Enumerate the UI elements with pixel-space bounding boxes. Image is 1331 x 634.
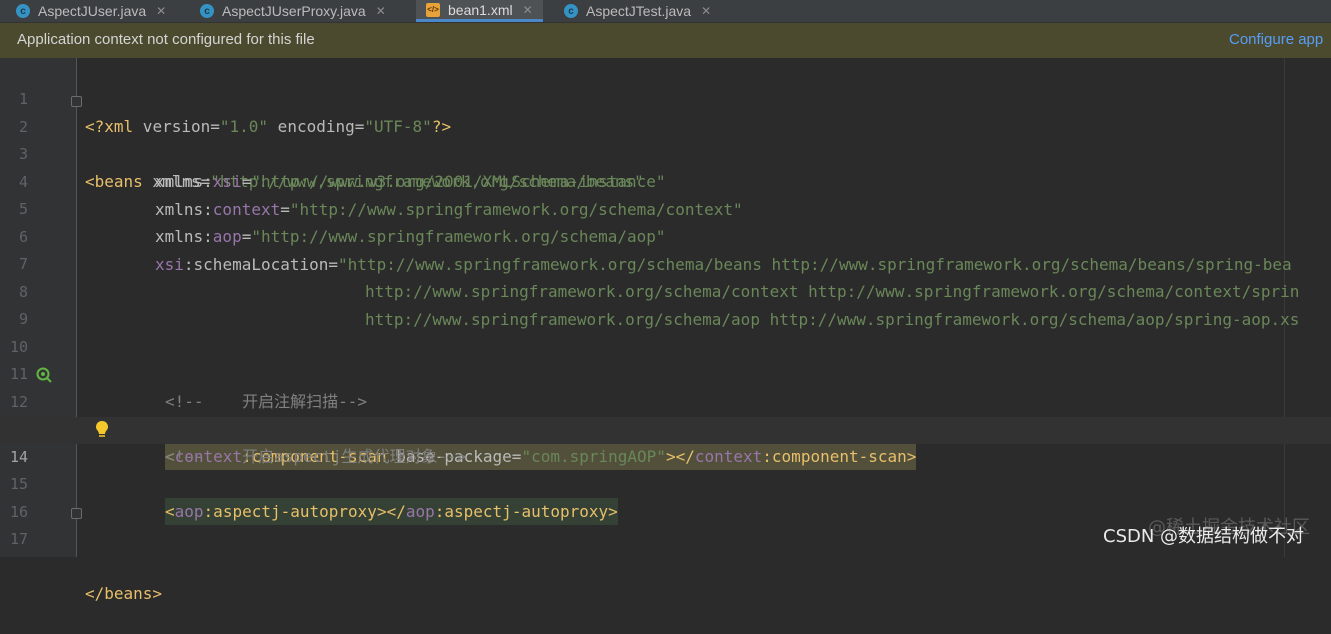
code-line[interactable]: 5 xmlns:aop="http://www.springframework.… (0, 169, 1331, 246)
tab-bean1-xml[interactable]: </> bean1.xml ✕ (416, 0, 543, 22)
code-editor[interactable]: 1 <?xml version="1.0" encoding="UTF-8"?>… (0, 58, 1331, 603)
banner-message: Application context not configured for t… (17, 31, 315, 48)
tab-aspectjuserproxy[interactable]: c AspectJUserProxy.java ✕ (200, 0, 386, 22)
code-line[interactable]: 16 (0, 472, 1331, 521)
tab-aspectjuser[interactable]: c AspectJUser.java ✕ (16, 0, 166, 22)
close-icon[interactable]: ✕ (701, 4, 711, 18)
code-line[interactable]: 9 (0, 279, 1331, 328)
code-line-current[interactable]: 14 <aop:aspectj-autoproxy></aop:aspectj-… (0, 417, 1331, 525)
java-class-icon: c (16, 4, 30, 18)
tab-aspectjtest[interactable]: c AspectJTest.java ✕ (564, 0, 711, 22)
java-class-icon: c (564, 4, 578, 18)
close-icon[interactable]: ✕ (156, 4, 166, 18)
tab-label: AspectJTest.java (586, 3, 692, 19)
lightbulb-icon[interactable] (94, 419, 110, 441)
code-line[interactable]: 1 <?xml version="1.0" encoding="UTF-8"?> (0, 59, 1331, 136)
tab-label: AspectJUserProxy.java (222, 3, 366, 19)
tab-label: AspectJUser.java (38, 3, 147, 19)
close-icon[interactable]: ✕ (376, 4, 386, 18)
code-line[interactable]: 15 (0, 444, 1331, 493)
configure-app-link[interactable]: Configure app (1229, 31, 1323, 48)
spring-bean-gutter-icon[interactable] (36, 367, 52, 383)
context-warning-banner: Application context not configured for t… (0, 23, 1331, 58)
tab-label: bean1.xml (448, 1, 513, 18)
code-line[interactable]: 12 <context:component-scan base-package=… (0, 362, 1331, 470)
code-line[interactable]: 10 (0, 307, 1331, 356)
fold-icon[interactable] (71, 96, 82, 107)
close-icon[interactable]: ✕ (523, 3, 533, 17)
editor-tab-bar: c AspectJUser.java ✕ c AspectJUserProxy.… (0, 0, 1331, 23)
fold-icon[interactable] (71, 508, 82, 519)
code-line[interactable]: 6 xsi:schemaLocation="http://www.springf… (0, 197, 1331, 274)
csdn-watermark: CSDN @数据结构做不对 (1103, 526, 1305, 547)
code-line[interactable]: 8 http://www.springframework.org/schema/… (0, 252, 1331, 329)
code-line[interactable]: 7 http://www.springframework.org/schema/… (0, 224, 1331, 301)
code-line[interactable]: 11 <!-- 开启注解扫描--> (0, 334, 1331, 411)
java-class-icon: c (200, 4, 214, 18)
xml-file-icon: </> (426, 2, 440, 17)
code-line[interactable]: 3 xmlns:xsi="http://www.w3.org/2001/XMLS… (0, 114, 1331, 191)
code-line[interactable]: 4 xmlns:context="http://www.springframew… (0, 142, 1331, 219)
code-line[interactable]: 13 <!-- 开启aspectj生成代理对象--> (0, 389, 1331, 466)
line-number: 17 (9, 530, 28, 548)
code-line[interactable]: 2 <beans xmlns="http://www.springframewo… (0, 87, 1331, 191)
code-token: </beans> (85, 584, 163, 603)
